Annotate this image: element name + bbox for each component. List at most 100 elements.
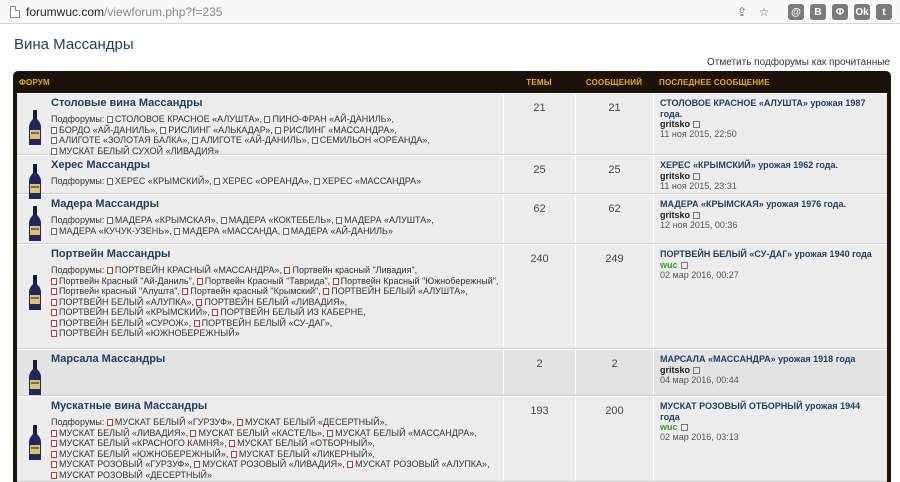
- subforum-icon: [51, 298, 57, 306]
- subforum-link[interactable]: МАДЕРА «АЙ-ДАНИЛЬ»: [282, 226, 393, 236]
- last-post-author-link[interactable]: gritsko: [660, 210, 690, 220]
- subforum-link[interactable]: ПОРТВЕЙН БЕЛЫЙ «СУРОЖ»: [51, 318, 189, 328]
- last-post-author-link[interactable]: gritsko: [660, 171, 690, 181]
- url-text[interactable]: forumwuc.com/viewforum.php?f=235: [26, 5, 222, 19]
- extension-at-icon[interactable]: @: [788, 4, 804, 20]
- subforum-link[interactable]: МУСКАТ РОЗОВЫЙ «АЛУПКА»: [347, 459, 487, 469]
- subforum-link[interactable]: ХЕРЕС «КРЫМСКИЙ»: [106, 176, 210, 186]
- subforum-link[interactable]: Портвейн Красный "Ай-Даниль": [51, 276, 192, 286]
- goto-last-post-icon[interactable]: [693, 211, 701, 219]
- subforum-link[interactable]: ХЕРЕС «ОРЕАНДА»: [214, 176, 309, 186]
- goto-last-post-icon[interactable]: [680, 261, 688, 269]
- subforums-list: Подфорумы: ПОРТВЕЙН КРАСНЫЙ «МАССАНДРА»,…: [51, 265, 499, 338]
- extension-facebook-icon[interactable]: Ф: [832, 4, 848, 20]
- subforum-link[interactable]: МАДЕРА «МАССАНДА: [174, 226, 278, 236]
- subforum-link[interactable]: ПОРТВЕЙН БЕЛЫЙ ИЗ КАБЕРНЕ: [212, 307, 363, 317]
- subforum-link[interactable]: БОРДО «АЙ-ДАНИЛЬ»: [51, 125, 155, 135]
- goto-last-post-icon[interactable]: [693, 121, 701, 128]
- subforum-link[interactable]: ПОРТВЕЙН БЕЛЫЙ «АЛУШТА»: [323, 286, 465, 296]
- subforum-link[interactable]: МУСКАТ БЕЛЫЙ «КРАСНОГО КАМНЯ»: [51, 438, 224, 448]
- last-post-author-link[interactable]: wuc: [660, 260, 678, 270]
- subforum-link[interactable]: ПОРТВЕЙН КРАСНЫЙ «МАССАНДРА»: [106, 265, 279, 275]
- subforum-link[interactable]: МУСКАТ БЕЛЫЙ «ДЕСЕРТНЫЙ»: [236, 417, 385, 427]
- last-post-author-link[interactable]: gritsko: [660, 119, 690, 129]
- posts-count: 62: [575, 195, 653, 243]
- subforum-icon: [230, 450, 237, 458]
- forum-title-link[interactable]: Столовые вина Массандры: [51, 97, 499, 109]
- goto-last-post-icon[interactable]: [693, 172, 701, 180]
- subforum-link[interactable]: Портвейн красный "Алушта": [51, 286, 177, 296]
- extension-odnoklassniki-icon[interactable]: Ok: [854, 4, 870, 20]
- bookmark-star-icon[interactable]: ☆: [756, 4, 772, 20]
- subforum-link[interactable]: МУСКАТ БЕЛЫЙ «ГУРЗУФ»: [106, 417, 232, 427]
- subforum-link[interactable]: ПИНО-ФРАН «АЙ-ДАНИЛЬ»: [264, 114, 392, 124]
- browser-address-bar[interactable]: forumwuc.com/viewforum.php?f=235 ⇪ ☆ @ В…: [0, 0, 900, 24]
- subforum-link[interactable]: МУСКАТ БЕЛЫЙ «ЮЖНОБЕРЕЖНЫЙ»: [51, 449, 226, 459]
- subforum-link[interactable]: ПОРТВЕЙН БЕЛЫЙ «СУ-ДАГ»: [193, 318, 330, 328]
- subforum-link[interactable]: МУСКАТ БЕЛЫЙ «КАСТЕЛЬ»: [190, 428, 322, 438]
- last-post-title-link[interactable]: МАРСАЛА «МАССАНДРА» урожая 1918 года: [660, 354, 881, 365]
- last-post-title-link[interactable]: МАДЕРА «КРЫМСКАЯ» урожая 1976 года.: [660, 199, 881, 210]
- subforum-icon: [106, 267, 113, 274]
- forum-title-link[interactable]: Херес Массандры: [51, 159, 499, 171]
- last-post-title-link[interactable]: МУСКАТ РОЗОВЫЙ ОТБОРНЫЙ урожая 1944 года: [660, 401, 881, 422]
- header-topics: ТЕМЫ: [526, 77, 552, 87]
- subforum-link[interactable]: РИСЛИНГ «АЛЬКАДАР»: [160, 125, 270, 135]
- url-host: forumwuc.com: [26, 4, 105, 19]
- subforum-link[interactable]: АЛИГОТЕ «АЙ-ДАНИЛЬ»: [192, 135, 307, 145]
- subforum-link[interactable]: ХЕРЕС «МАССАНДРА»: [314, 176, 421, 186]
- last-post-author-link[interactable]: wuc: [660, 422, 678, 432]
- subforum-label: МУСКАТ БЕЛЫЙ СУХОЙ «ЛИВАДИЯ»: [59, 145, 220, 156]
- topics-count: 193: [503, 397, 575, 481]
- posts-count: 249: [575, 245, 653, 348]
- subforum-link[interactable]: МУСКАТ БЕЛЫЙ «ЛИВАДИЯ»: [51, 428, 185, 438]
- subforum-label: МУСКАТ БЕЛЫЙ «ГУРЗУФ»: [114, 417, 232, 427]
- subforum-label: МАДЕРА «МАССАНДА: [182, 225, 278, 236]
- extension-vk-icon[interactable]: В: [810, 4, 826, 20]
- page-title[interactable]: Вина Массандры: [14, 36, 134, 53]
- last-post-title-link[interactable]: ПОРТВЕЙН БЕЛЫЙ «СУ-ДАГ» урожая 1940 года: [660, 249, 881, 260]
- subforum-link[interactable]: МУСКАТ БЕЛЫЙ «ОТБОРНЫЙ»: [229, 438, 372, 448]
- forum-title-link[interactable]: Портвейн Массандры: [51, 248, 499, 260]
- subforum-link[interactable]: МУСКАТ РОЗОВЫЙ «ДЕСЕРТНЫЙ»: [51, 470, 212, 480]
- subforum-label: ПОРТВЕЙН БЕЛЫЙ ИЗ КАБЕРНЕ: [220, 307, 364, 317]
- subforum-link[interactable]: ПОРТВЕЙН БЕЛЫЙ «КРЫМСКИЙ»: [51, 307, 207, 317]
- forum-row: Мадера Массандры Подфорумы: МАДЕРА «КРЫМС…: [17, 194, 887, 244]
- subforum-link[interactable]: МАДЕРА «АЛУШТА»: [336, 215, 431, 225]
- extension-twitter-icon[interactable]: t: [876, 4, 892, 20]
- subforum-label: ХЕРЕС «КРЫМСКИЙ»: [114, 176, 210, 186]
- subforum-link[interactable]: ПОРТВЕЙН БЕЛЫЙ «АЛУПКА»: [51, 297, 191, 307]
- subforum-link[interactable]: АЛИГОТЕ «ЗОЛОТАЯ БАЛКА»: [51, 135, 187, 145]
- goto-last-post-icon[interactable]: [680, 424, 688, 431]
- last-post-author-link[interactable]: gritsko: [660, 365, 690, 375]
- goto-last-post-icon[interactable]: [693, 366, 701, 374]
- subforum-link[interactable]: СТОЛОВОЕ КРАСНОЕ «АЛУШТА»: [106, 114, 259, 124]
- subforum-link[interactable]: МУСКАТ БЕЛЫЙ СУХОЙ «ЛИВАДИЯ»: [51, 146, 219, 156]
- subforum-link[interactable]: СЕМИЛЬОН «ОРЕАНДА»: [311, 135, 427, 145]
- subforum-icon: [311, 137, 318, 144]
- share-icon[interactable]: ⇪: [734, 4, 750, 20]
- forum-title-link[interactable]: Мускатные вина Массандры: [51, 400, 499, 412]
- subforum-link[interactable]: МУСКАТ БЕЛЫЙ «МАССАНДРА»: [327, 428, 474, 438]
- subforum-link[interactable]: Портвейн Красный "Южнобережный": [332, 276, 496, 286]
- subforum-link[interactable]: ПОРТВЕЙН БЕЛЫЙ «ЮЖНОБЕРЕЖНЫЙ»: [51, 328, 240, 338]
- subforum-link[interactable]: РИСЛИНГ «МАССАНДРА»: [275, 125, 394, 135]
- subforum-icon: [182, 288, 189, 295]
- subforum-link[interactable]: МАДЕРА «КОКТЕБЕЛЬ»: [220, 215, 331, 225]
- last-post-title-link[interactable]: СТОЛОВОЕ КРАСНОЕ «АЛУШТА» урожая 1987 го…: [660, 98, 881, 119]
- mark-subforums-read-link[interactable]: Отметить подфорумы как прочитанные: [707, 57, 890, 68]
- forum-title-link[interactable]: Мадера Массандры: [51, 198, 499, 210]
- last-post-title-link[interactable]: ХЕРЕС «КРЫМСКИЙ» урожая 1962 года.: [660, 160, 881, 171]
- subforum-link[interactable]: ПОРТВЕЙН БЕЛЫЙ «ЛИВАДИЯ»: [196, 297, 345, 307]
- subforum-icon: [106, 116, 113, 123]
- subforum-link[interactable]: МУСКАТ БЕЛЫЙ «ЛИКЕРНЫЙ»: [230, 449, 372, 459]
- wine-bottle-icon: [27, 425, 43, 461]
- subforum-link[interactable]: Портвейн красный "Крымский": [182, 286, 318, 296]
- subforum-link[interactable]: МУСКАТ РОЗОВЫЙ «ЛИВАДИЯ»: [194, 459, 342, 469]
- subforum-link[interactable]: МАДЕРА «КУЧУК-УЗЕНЬ»: [51, 226, 169, 236]
- forum-title-link[interactable]: Марсала Массандры: [51, 353, 499, 365]
- subforum-link[interactable]: Портвейн Красный "Таврида": [196, 276, 328, 286]
- subforum-link[interactable]: МАДЕРА «КРЫМСКАЯ»: [106, 215, 216, 225]
- subforum-link[interactable]: Портвейн красный "Ливадия": [284, 265, 415, 275]
- subforum-link[interactable]: МУСКАТ РОЗОВЫЙ «ГУРЗУФ»: [51, 459, 189, 469]
